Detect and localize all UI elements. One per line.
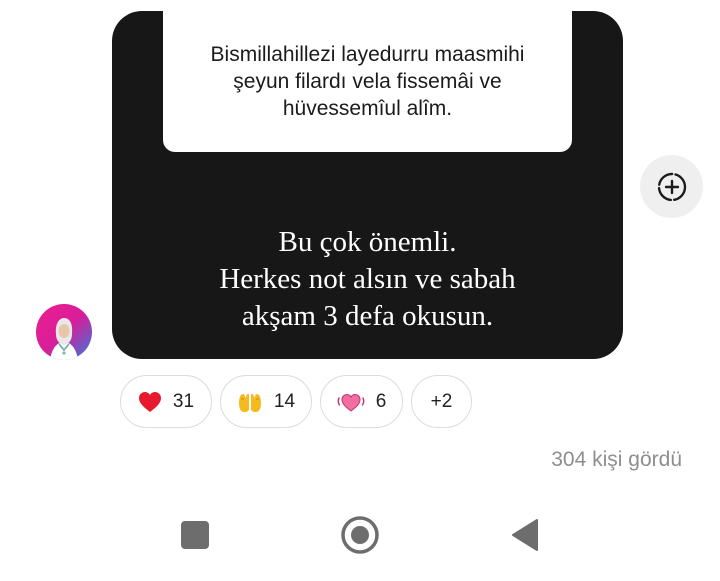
red-heart-icon [138,391,161,412]
profile-picture [50,318,78,360]
reaction-raising-hands-count: 14 [273,390,296,412]
home-button[interactable] [340,515,380,555]
circle-home-icon [341,516,379,554]
reaction-bar: 31 14 6 +2 [120,375,472,428]
avatar[interactable] [36,304,92,360]
reaction-heart-pill[interactable]: 31 [120,375,212,428]
beating-heart-icon [337,393,365,412]
reaction-raising-hands-pill[interactable]: 14 [220,375,312,428]
reaction-beating-heart-count: 6 [375,390,387,412]
back-button[interactable] [505,515,545,555]
triangle-back-icon [512,519,538,551]
reaction-heart-count: 31 [172,390,195,412]
add-to-story-button[interactable] [640,155,703,218]
android-navigation-bar [0,505,720,565]
reaction-more-pill[interactable]: +2 [411,375,472,428]
reaction-beating-heart-pill[interactable]: 6 [320,375,403,428]
reaction-more-count: +2 [430,390,453,412]
recents-button[interactable] [175,515,215,555]
quote-text: Bismillahillezi layedurru maasmihi şeyun… [210,43,525,120]
circle-plus-dashed-icon [657,172,686,201]
story-message-text: Bu çok önemli. Herkes not alsın ve sabah… [219,226,516,332]
square-recents-icon [181,521,209,549]
seen-count-text[interactable]: 304 kişi gördü [551,448,682,472]
quote-box: Bismillahillezi layedurru maasmihi şeyun… [163,11,572,152]
raising-hands-icon [238,393,261,412]
story-reply-card[interactable]: Bismillahillezi layedurru maasmihi şeyun… [112,11,623,359]
